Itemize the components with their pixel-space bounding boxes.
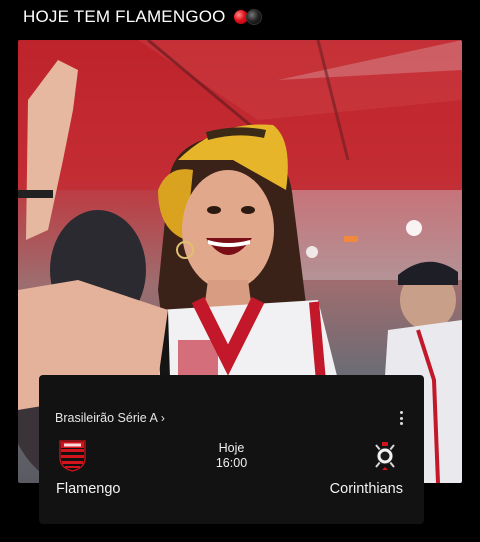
more-vertical-icon[interactable] bbox=[398, 411, 404, 425]
away-team-name: Corinthians bbox=[329, 481, 403, 497]
chevron-right-icon: › bbox=[160, 411, 165, 425]
competition-link[interactable]: Brasileirão Série A › bbox=[55, 411, 165, 425]
match-day: Hoje bbox=[218, 441, 245, 455]
black-ball-icon bbox=[245, 9, 262, 25]
team-colors-emoji bbox=[233, 9, 262, 25]
match-card[interactable]: Brasileirão Série A › Hoje 16:00 Flameng… bbox=[39, 375, 424, 524]
post-title: HOJE TEM FLAMENGOO bbox=[23, 7, 262, 27]
competition-name: Brasileirão Série A bbox=[55, 411, 158, 425]
corinthians-crest-icon bbox=[375, 442, 395, 470]
post-title-text: HOJE TEM FLAMENGOO bbox=[23, 7, 226, 26]
home-team-name: Flamengo bbox=[56, 481, 121, 497]
match-time: 16:00 bbox=[215, 456, 248, 470]
